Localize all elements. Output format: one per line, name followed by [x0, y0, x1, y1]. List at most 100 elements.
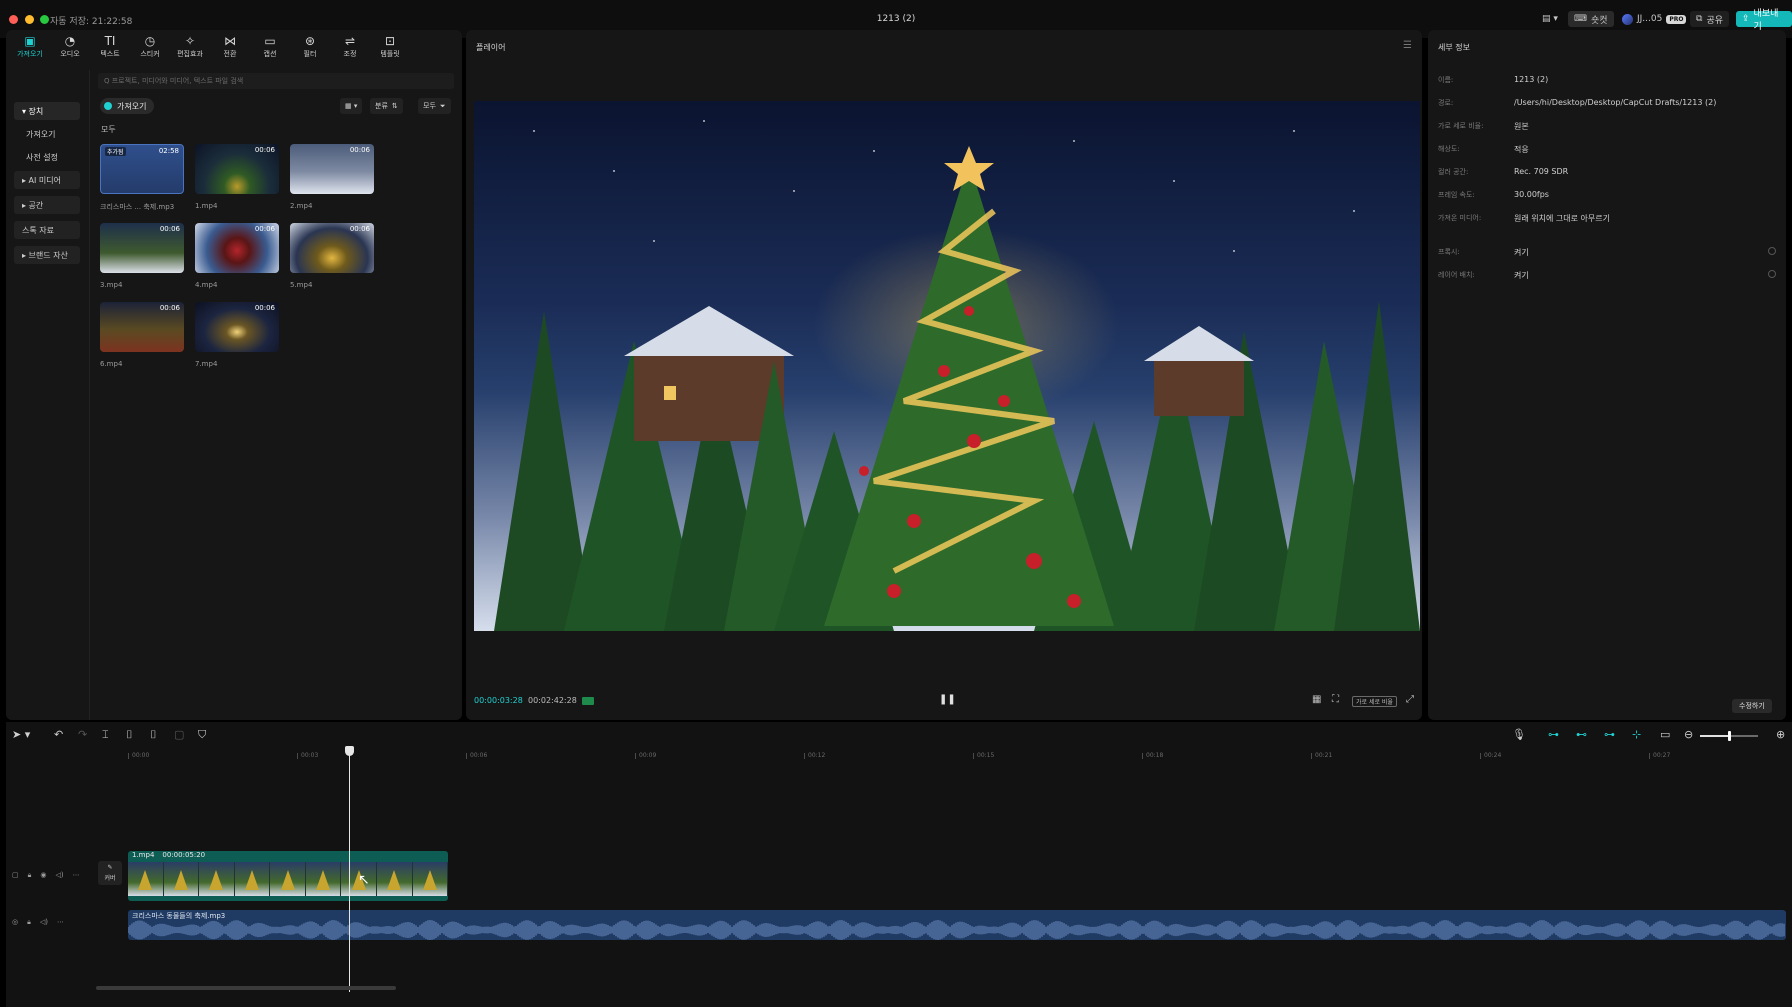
menu-icon[interactable]: ☰ — [1403, 40, 1412, 51]
timeline-panel: ➤ ▾ ↶ ↷ ⌶ ⌷ ⌷ ▢ ⛉ 🎙 ⊶ ⊷ ⊶ ⊹ ▭ ⊖ ⊕ 00:00 … — [6, 722, 1792, 1007]
zoom-out-icon[interactable]: ⊖ — [1684, 728, 1693, 741]
media-item[interactable]: 00:06 2.mp4 — [290, 144, 374, 210]
time-ruler[interactable]: 00:00 00:03 00:06 00:09 00:12 00:15 00:1… — [128, 750, 1788, 770]
media-item[interactable]: 00:06 1.mp4 — [195, 144, 279, 210]
tab-effects[interactable]: ✧ 편집효과 — [170, 30, 210, 64]
sidebar-item-ai-media[interactable]: ▸ AI 미디어 — [14, 171, 80, 189]
zoom-in-icon[interactable]: ⊕ — [1776, 728, 1785, 741]
undo-icon[interactable]: ↶ — [54, 728, 63, 741]
screenshot-button[interactable]: ⛶ — [1332, 694, 1339, 705]
sidebar-item-space[interactable]: ▸ 공간 — [14, 196, 80, 214]
zoom-slider[interactable] — [1700, 731, 1758, 741]
microphone-icon[interactable]: 🎙 — [1512, 728, 1526, 741]
media-item[interactable]: 00:06 7.mp4 — [195, 302, 279, 368]
caption-icon: ▭ — [264, 34, 276, 48]
info-icon[interactable] — [1768, 270, 1776, 278]
sort-button[interactable]: 분류 ⇅ — [370, 98, 403, 114]
info-icon[interactable] — [1768, 247, 1776, 255]
detail-value: 켜기 — [1514, 248, 1529, 257]
detail-row-aspect-ratio: 가로 세로 비율: 원본 — [1438, 121, 1529, 132]
speaker-icon[interactable]: ◁) — [40, 918, 48, 927]
sidebar-item-brand-assets[interactable]: ▸ 브랜드 자산 — [14, 246, 80, 264]
tab-label: 오디오 — [60, 50, 80, 58]
tab-template[interactable]: ⊡ 템플릿 — [370, 30, 410, 64]
audio-clip[interactable]: 크리스마스 동물들의 축제.mp3 — [128, 910, 1786, 940]
main-track-magnet-icon[interactable]: ⊶ — [1548, 728, 1559, 741]
detail-row-resolution: 해상도: 적응 — [1438, 144, 1529, 155]
filter-button[interactable]: 모두 ⏷ — [418, 98, 451, 114]
video-preview[interactable] — [474, 101, 1420, 631]
sidebar-item-stock[interactable]: 스톡 자료 — [14, 221, 80, 239]
zoom-slider-handle[interactable] — [1728, 731, 1731, 741]
user-name: JJ...05 — [1637, 14, 1663, 24]
fullscreen-button[interactable]: ⤢ — [1406, 694, 1414, 705]
media-search-input[interactable]: Q 프로젝트, 미디어와 미디어, 텍스트 파일 검색 — [98, 73, 454, 89]
audio-track-icon[interactable]: ◎ — [12, 918, 18, 927]
media-item[interactable]: 추가됨 02:58 크리스마스 ... 축제.mp3 — [100, 144, 184, 212]
lock-icon[interactable]: 🔒︎ — [27, 918, 31, 927]
ruler-tick — [1311, 753, 1312, 759]
more-icon[interactable]: ⋯ — [57, 918, 64, 927]
media-item[interactable]: 00:06 5.mp4 — [290, 223, 374, 289]
ruler-tick-label: 00:21 — [1315, 752, 1333, 759]
detail-row-color-space: 컬러 공간: Rec. 709 SDR — [1438, 167, 1568, 177]
tab-adjust[interactable]: ⇌ 조정 — [330, 30, 370, 64]
pause-button[interactable]: ❚❚ — [939, 694, 956, 705]
media-item[interactable]: 00:06 3.mp4 — [100, 223, 184, 289]
view-mode-button[interactable]: ▦ ▾ — [340, 98, 363, 114]
sort-icon: ⇅ — [391, 102, 398, 110]
split-icon[interactable]: ⌶ — [102, 728, 109, 742]
sidebar-item-presets[interactable]: 사전 설정 — [14, 148, 80, 166]
tab-sticker[interactable]: ◷ 스티커 — [130, 30, 170, 64]
tab-import[interactable]: ▣ 가져오기 — [10, 30, 50, 64]
preview-axis-icon[interactable]: ⊹ — [1632, 728, 1641, 741]
user-account-button[interactable]: JJ...05 PRO — [1616, 11, 1692, 27]
quality-indicator[interactable] — [582, 697, 594, 705]
cover-button[interactable]: ✎ 커버 — [98, 861, 122, 885]
media-item[interactable]: 00:06 4.mp4 — [195, 223, 279, 289]
edit-button[interactable]: 수정하기 — [1732, 699, 1772, 713]
shield-icon[interactable]: ⛉ — [198, 728, 206, 742]
auto-snap-icon[interactable]: ⊷ — [1576, 728, 1587, 741]
tab-filter[interactable]: ⊛ 필터 — [290, 30, 330, 64]
linkage-icon[interactable]: ⊶ — [1604, 728, 1615, 741]
video-clip[interactable]: 1.mp4 00:00:05:20 — [128, 851, 448, 901]
import-button[interactable]: 가져오기 — [100, 98, 155, 114]
speaker-icon[interactable]: ◁) — [55, 871, 63, 880]
track-thumbnail-icon[interactable]: ▢ — [12, 871, 19, 880]
current-time: 00:00:03:28 — [474, 696, 523, 705]
timeline-scrollbar[interactable] — [96, 986, 396, 990]
lock-icon[interactable]: 🔒︎ — [28, 871, 32, 880]
playhead-handle[interactable] — [345, 746, 354, 756]
tab-text[interactable]: TI 텍스트 — [90, 30, 130, 64]
media-thumbnail: 00:06 — [290, 144, 374, 194]
split-left-icon[interactable]: ⌷ — [126, 728, 133, 742]
ruler-tick-label: 00:24 — [1484, 752, 1502, 759]
safe-area-button[interactable]: ▦ — [1312, 694, 1321, 705]
export-button[interactable]: ⇪ 내보내기 — [1736, 9, 1792, 32]
ruler-tick-label: 00:00 — [132, 752, 150, 759]
tab-caption[interactable]: ▭ 캡션 — [250, 30, 290, 64]
media-item[interactable]: 00:06 6.mp4 — [100, 302, 184, 368]
shortcut-button[interactable]: ⌨ 숏컷 — [1568, 11, 1614, 27]
share-button[interactable]: ⧉ 공유 — [1690, 11, 1729, 27]
sidebar-item-device[interactable]: ▾ 장치 — [14, 102, 80, 120]
delete-icon[interactable]: ▢ — [174, 728, 184, 741]
aspect-ratio-button[interactable]: 가로 세로 비율 — [1352, 696, 1397, 707]
effects-icon: ✧ — [184, 34, 196, 48]
pause-icon: ❚❚ — [939, 694, 956, 705]
split-right-icon[interactable]: ⌷ — [150, 728, 157, 742]
share-icon: ⧉ — [1696, 14, 1703, 24]
caption-track-icon[interactable]: ▭ — [1660, 728, 1670, 741]
eye-icon[interactable]: ◉ — [40, 871, 46, 880]
sidebar-item-import[interactable]: 가져오기 — [14, 125, 80, 143]
tab-transition[interactable]: ⋈ 전환 — [210, 30, 250, 64]
video-track-controls: ▢ 🔒︎ ◉ ◁) ⋯ — [12, 871, 80, 880]
media-name: 3.mp4 — [100, 281, 123, 289]
playhead[interactable] — [349, 752, 350, 992]
tab-audio[interactable]: ◔ 오디오 — [50, 30, 90, 64]
layout-button[interactable]: ▤ ▾ — [1536, 11, 1564, 27]
select-tool-icon[interactable]: ➤ ▾ — [12, 728, 30, 741]
more-icon[interactable]: ⋯ — [73, 871, 80, 880]
redo-icon[interactable]: ↷ — [78, 728, 87, 741]
